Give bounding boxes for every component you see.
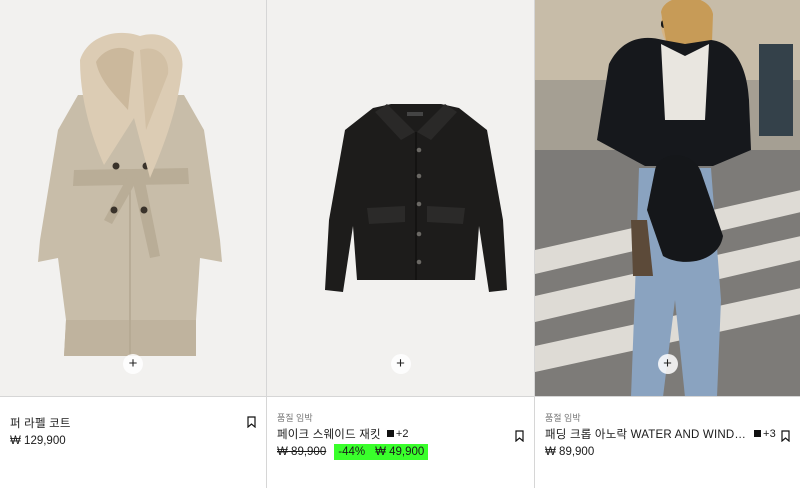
plus-icon: + (663, 355, 672, 372)
bookmark-icon[interactable] (247, 416, 256, 428)
product-info: 품절 임박 패딩 크롭 아노락 WATER AND WIND PROTECTIO… (545, 412, 790, 460)
more-colors-count[interactable]: +2 (396, 428, 409, 440)
more-colors-count[interactable]: +3 (763, 428, 776, 440)
product-grid: + 퍼 라펠 코트 ₩ 129,900 + 품질 임박 페이크 스웨이드 재킷 … (0, 0, 800, 488)
sale-highlight: -44% ₩ 49,900 (334, 444, 429, 460)
product-image[interactable]: + (535, 0, 800, 397)
product-card[interactable]: + 퍼 라펠 코트 ₩ 129,900 (0, 0, 266, 488)
product-image[interactable]: + (0, 0, 266, 397)
product-price: ₩ 129,900 (10, 435, 66, 447)
product-card[interactable]: + 품절 임박 패딩 크롭 아노락 WATER AND WIND PROTECT… (534, 0, 800, 488)
add-to-cart-button[interactable]: + (657, 354, 678, 374)
product-info: 품질 임박 페이크 스웨이드 재킷 +2 ₩ 89,900 -44% ₩ 49,… (277, 412, 524, 460)
add-to-cart-button[interactable]: + (390, 354, 411, 374)
product-price: ₩ 89,900 (545, 446, 595, 458)
product-image[interactable]: + (267, 0, 534, 397)
stock-status-tag: 품절 임박 (545, 413, 581, 423)
product-name[interactable]: 페이크 스웨이드 재킷 (277, 426, 381, 442)
stock-status-tag: 품질 임박 (277, 413, 313, 423)
product-price: ₩ 89,900 -44% ₩ 49,900 (277, 444, 524, 460)
bookmark-icon[interactable] (515, 430, 524, 442)
color-swatch[interactable] (386, 430, 394, 437)
original-price: ₩ 89,900 (277, 446, 327, 458)
sale-price: ₩ 49,900 (375, 446, 425, 458)
plus-icon: + (396, 355, 405, 372)
product-info: 퍼 라펠 코트 ₩ 129,900 (10, 412, 256, 449)
discount-percent: -44% (338, 446, 366, 458)
bookmark-icon[interactable] (781, 430, 790, 442)
color-swatch[interactable] (754, 430, 762, 437)
product-name[interactable]: 패딩 크롭 아노락 WATER AND WIND PROTECTION (545, 426, 748, 442)
add-to-cart-button[interactable]: + (123, 354, 143, 374)
product-card[interactable]: + 품질 임박 페이크 스웨이드 재킷 +2 ₩ 89,900 -44% ₩ 4… (266, 0, 534, 488)
product-name[interactable]: 퍼 라펠 코트 (10, 415, 71, 431)
plus-icon: + (128, 355, 138, 372)
